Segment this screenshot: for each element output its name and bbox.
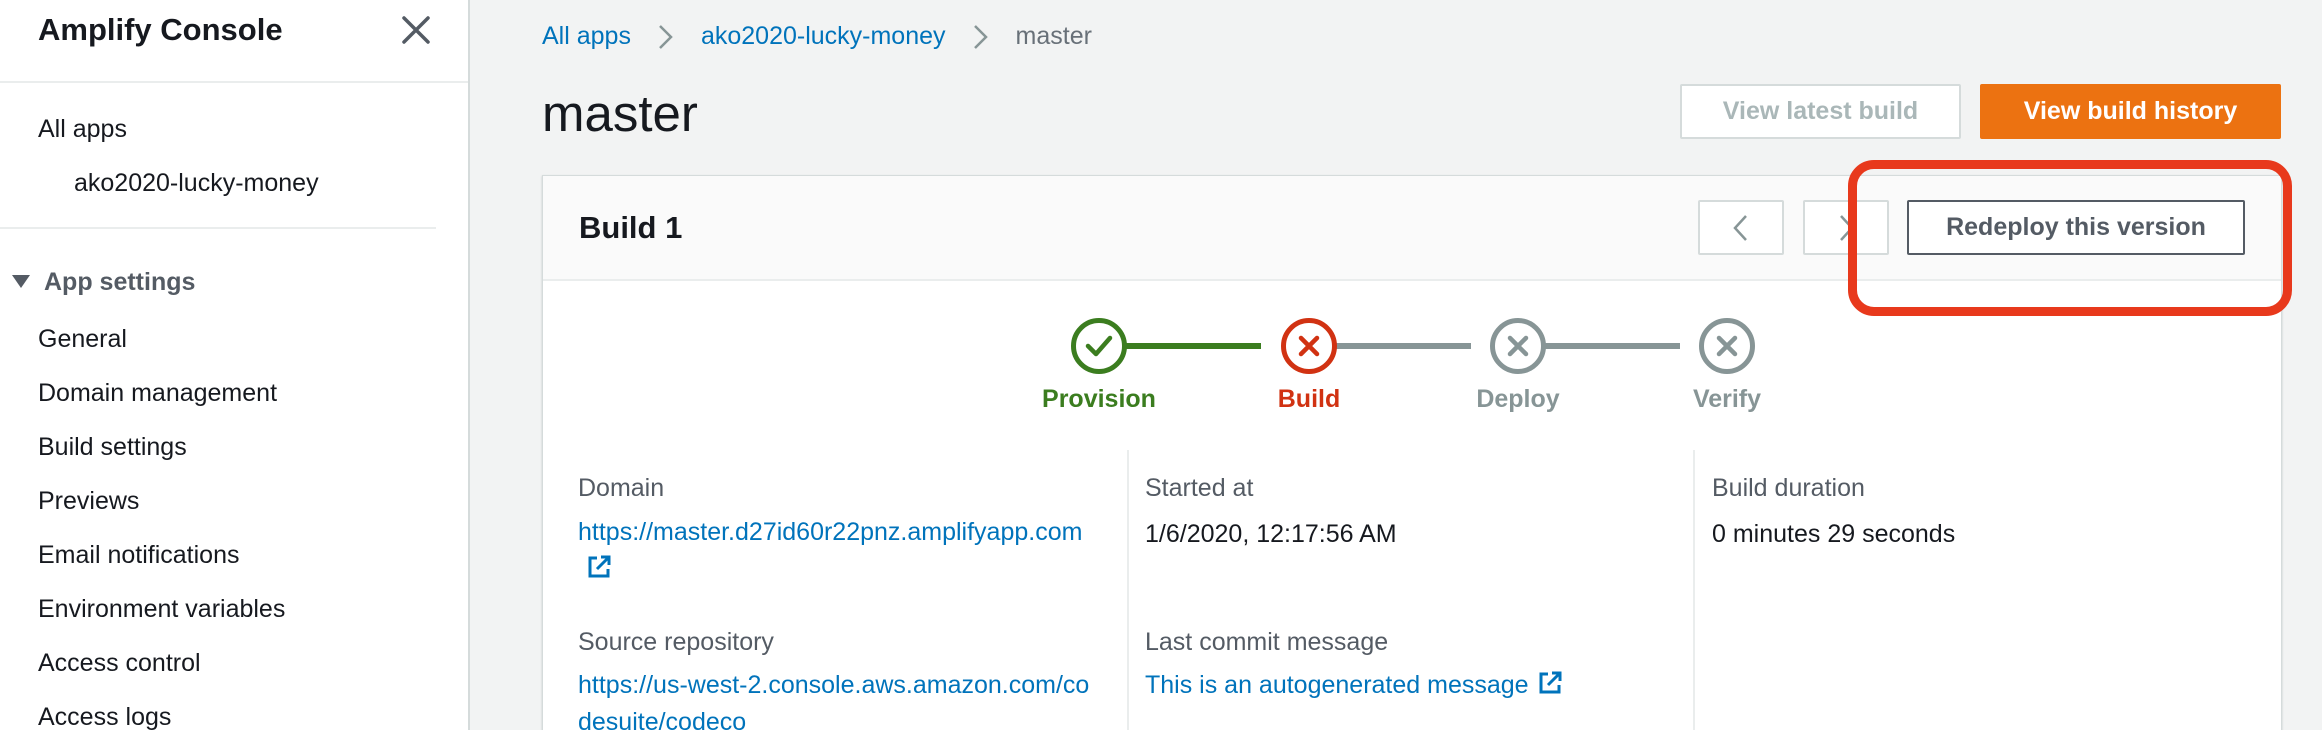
sidebar-item-access-control[interactable]: Access control xyxy=(38,649,201,678)
chevron-right-icon xyxy=(659,24,673,49)
external-link-icon xyxy=(588,555,611,578)
last-commit-link[interactable]: This is an autogenerated message xyxy=(1145,667,1563,704)
section-title: App settings xyxy=(44,268,196,296)
check-icon xyxy=(1071,318,1127,374)
step-label-verify: Verify xyxy=(1692,385,1762,413)
breadcrumb: All apps ako2020-lucky-money master xyxy=(542,22,1092,51)
last-commit-label: Last commit message xyxy=(1145,628,1389,656)
x-icon xyxy=(1490,318,1546,374)
step-label-deploy: Deploy xyxy=(1476,385,1560,413)
app-settings-section[interactable]: App settings xyxy=(12,268,195,297)
sidebar-item-domain-management[interactable]: Domain management xyxy=(38,379,277,408)
build-title: Build 1 xyxy=(579,210,683,245)
previous-build-button[interactable] xyxy=(1698,200,1784,255)
view-latest-build-button[interactable]: View latest build xyxy=(1680,84,1961,139)
build-duration-value: 0 minutes 29 seconds xyxy=(1712,520,1956,548)
next-build-button[interactable] xyxy=(1803,200,1889,255)
column-divider xyxy=(1127,450,1129,730)
sidebar-divider xyxy=(0,227,436,229)
sidebar: Amplify Console All apps ako2020-lucky-m… xyxy=(0,0,470,730)
sidebar-header: Amplify Console xyxy=(0,0,468,83)
sidebar-item-previews[interactable]: Previews xyxy=(38,487,139,516)
redeploy-button[interactable]: Redeploy this version xyxy=(1907,200,2245,255)
source-repository-link[interactable]: https://us-west-2.console.aws.amazon.com… xyxy=(578,667,1103,730)
build-duration-label: Build duration xyxy=(1712,474,1865,502)
sidebar-item-email-notifications[interactable]: Email notifications xyxy=(38,541,239,570)
sidebar-item-general[interactable]: General xyxy=(38,325,127,354)
breadcrumb-current: master xyxy=(1015,22,1092,50)
step-label-provision: Provision xyxy=(1042,385,1156,413)
chevron-left-icon xyxy=(1733,214,1747,241)
domain-link[interactable]: https://master.d27id60r22pnz.amplifyapp.… xyxy=(578,514,1103,588)
sidebar-item-all-apps[interactable]: All apps xyxy=(38,115,127,144)
column-divider xyxy=(1693,450,1695,730)
breadcrumb-all-apps[interactable]: All apps xyxy=(542,22,631,51)
x-icon xyxy=(1699,318,1755,374)
chevron-right-icon xyxy=(1840,214,1854,241)
domain-url: https://master.d27id60r22pnz.amplifyapp.… xyxy=(578,518,1083,546)
sidebar-item-environment-variables[interactable]: Environment variables xyxy=(38,595,285,624)
build-card: Build 1 Redeploy this version Provision … xyxy=(542,175,2282,730)
sidebar-title: Amplify Console xyxy=(38,12,283,47)
chevron-right-icon xyxy=(973,24,988,49)
build-card-header: Build 1 Redeploy this version xyxy=(543,176,2281,281)
started-at-label: Started at xyxy=(1145,474,1254,502)
caret-down-icon xyxy=(12,274,30,288)
breadcrumb-app[interactable]: ako2020-lucky-money xyxy=(701,22,946,51)
domain-label: Domain xyxy=(578,474,665,502)
commit-message: This is an autogenerated message xyxy=(1145,671,1529,699)
close-icon[interactable] xyxy=(398,12,434,48)
x-icon xyxy=(1281,318,1337,374)
source-repository-label: Source repository xyxy=(578,628,774,656)
sidebar-item-app[interactable]: ako2020-lucky-money xyxy=(74,169,319,198)
external-link-icon xyxy=(1539,671,1562,694)
step-label-build: Build xyxy=(1277,385,1341,413)
sidebar-item-build-settings[interactable]: Build settings xyxy=(38,433,187,462)
sidebar-item-access-logs[interactable]: Access logs xyxy=(38,703,171,730)
started-at-value: 1/6/2020, 12:17:56 AM xyxy=(1145,520,1397,548)
view-build-history-button[interactable]: View build history xyxy=(1980,84,2281,139)
page-title: master xyxy=(542,85,698,142)
